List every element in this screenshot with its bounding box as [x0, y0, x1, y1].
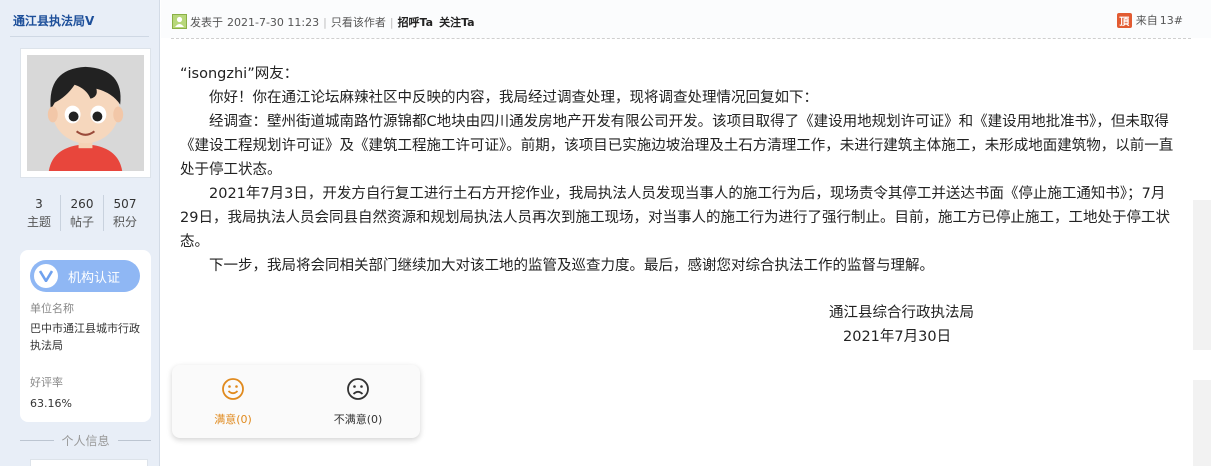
floor-info: 頂 来自 13# — [1116, 12, 1183, 28]
personal-info-divider: 个人信息 — [20, 432, 152, 449]
stat-label: 帖子 — [69, 215, 94, 229]
divider — [171, 38, 1191, 39]
author-v-badge: V — [85, 14, 95, 28]
stat-points[interactable]: 507 积分 — [103, 195, 146, 231]
avatar[interactable] — [20, 48, 151, 178]
stat-value: 260 — [70, 197, 94, 211]
divider — [10, 36, 149, 37]
personal-info-label: 个人信息 — [61, 434, 110, 448]
body-paragraph: 下一步，我局将会同相关部门继续加大对该工地的监管及巡查力度。最后，感谢您对综合执… — [180, 258, 934, 274]
stat-value: 507 — [113, 197, 137, 211]
unit-name-label: 单位名称 — [30, 302, 74, 315]
author-name-link[interactable]: 通江县执法局V — [13, 12, 94, 29]
body-paragraph: 2021年7月3日，开发方自行复工进行土石方开挖作业，我局执法人员发现当事人的施… — [180, 186, 1170, 250]
verified-v-icon — [34, 264, 58, 288]
online-user-icon — [172, 14, 187, 29]
avatar-image[interactable] — [27, 55, 144, 171]
side-toolbar-edge — [1193, 200, 1211, 350]
stat-label: 主题 — [26, 215, 51, 229]
separator: | — [323, 15, 327, 29]
body-paragraph: “isongzhi”网友： — [180, 66, 299, 82]
post-meta: 发表于 2021-7-30 11:23 | 只看该作者 | 招呼Ta 关注Ta — [190, 14, 475, 30]
top-post-icon[interactable]: 頂 — [1116, 12, 1132, 28]
author-sidebar: 通江县执法局V 3 主题 260 帖子 507 积分 机构认证 单位名称 巴中市… — [0, 0, 160, 466]
smile-icon[interactable] — [221, 377, 245, 401]
unit-name-value: 巴中市通江县城市行政执法局 — [30, 322, 140, 352]
posted-prefix: 发表于 — [190, 16, 223, 29]
stat-posts[interactable]: 260 帖子 — [60, 195, 103, 231]
satisfied-label[interactable]: 满意(0) — [214, 413, 252, 426]
body-paragraph: 你好！你在通江论坛麻辣社区中反映的内容，我局经过调查处理，现将调查处理情况回复如… — [180, 90, 818, 106]
signature-date: 2021年7月30日 — [843, 329, 952, 345]
floor-number-link[interactable]: 13# — [1160, 14, 1183, 27]
certification-card: 机构认证 单位名称 巴中市通江县城市行政执法局 好评率 63.16% — [20, 250, 151, 422]
follow-link[interactable]: 关注Ta — [439, 14, 475, 30]
separator: | — [389, 15, 394, 29]
side-toolbar-edge — [1193, 380, 1211, 466]
author-name[interactable]: 通江县执法局 — [13, 14, 85, 28]
signature-org: 通江县综合行政执法局 — [829, 305, 974, 321]
org-certification-badge: 机构认证 — [30, 260, 140, 292]
stat-threads[interactable]: 3 主题 — [18, 195, 60, 231]
posted-time: 2021-7-30 11:23 — [227, 15, 320, 29]
from-label: 来自 — [1135, 14, 1158, 27]
rating-panel: 满意(0) 不满意(0) — [172, 365, 420, 438]
author-stats: 3 主题 260 帖子 507 积分 — [18, 195, 146, 231]
divider-line — [20, 440, 54, 441]
unsatisfied-label[interactable]: 不满意(0) — [334, 413, 383, 426]
personal-info-box — [30, 459, 148, 466]
body-paragraph: 经调查：壁州街道城南路竹源锦都C地块由四川通发房地产开发有限公司开发。该项目取得… — [180, 114, 1174, 178]
stat-label: 积分 — [112, 215, 137, 229]
only-author-link[interactable]: 只看该作者 — [331, 14, 386, 30]
satisfied-button[interactable]: 满意(0) — [193, 377, 273, 427]
stat-value: 3 — [35, 197, 43, 211]
divider-line — [117, 440, 152, 441]
post-body: “isongzhi”网友： 你好！你在通江论坛麻辣社区中反映的内容，我局经过调查… — [180, 62, 1180, 278]
rating-value: 63.16% — [30, 397, 72, 410]
certification-label: 机构认证 — [68, 270, 121, 286]
frown-icon[interactable] — [346, 377, 370, 401]
greet-link[interactable]: 招呼Ta — [398, 14, 434, 30]
unsatisfied-button[interactable]: 不满意(0) — [318, 377, 398, 427]
rating-label: 好评率 — [30, 376, 63, 389]
